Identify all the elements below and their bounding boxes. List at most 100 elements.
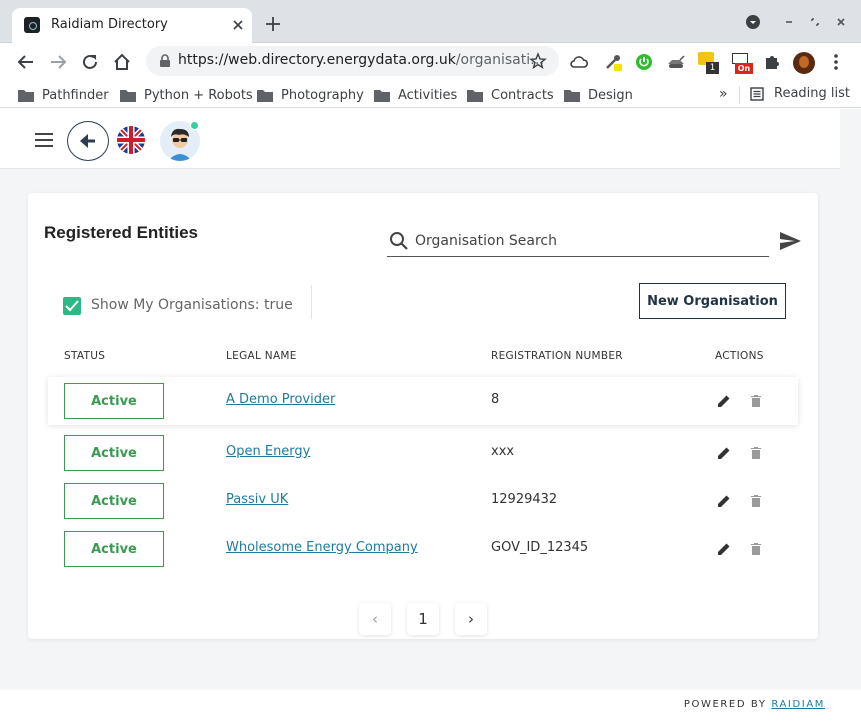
bookmark-python-robots[interactable]: Python + Robots [120, 86, 253, 104]
close-window-icon[interactable] [833, 14, 849, 30]
bookmarks-more-chevron[interactable]: » [719, 86, 728, 102]
table-row: Active Passiv UK 12929432 [48, 477, 798, 525]
edit-pencil-icon[interactable] [716, 445, 732, 461]
lock-icon[interactable] [158, 54, 172, 68]
column-header-actions: ACTIONS [715, 350, 764, 362]
column-header-registration-number: REGISTRATION NUMBER [491, 350, 623, 362]
registration-number: 8 [491, 392, 500, 407]
delete-trash-icon[interactable] [748, 493, 764, 509]
column-header-status: STATUS [64, 350, 106, 362]
cloud-extension-icon[interactable] [569, 52, 589, 72]
folder-icon [374, 89, 390, 102]
minimize-icon[interactable] [781, 14, 797, 30]
bookmark-pathfinder[interactable]: Pathfinder [18, 86, 109, 104]
new-organisation-button[interactable]: New Organisation [639, 283, 786, 319]
delete-trash-icon[interactable] [748, 541, 764, 557]
bookmark-label: Contracts [491, 87, 554, 103]
powered-by-text: POWERED BY RAIDIAM [684, 699, 825, 710]
legal-name-link[interactable]: A Demo Provider [226, 392, 335, 407]
back-button[interactable] [67, 121, 109, 161]
vertical-divider [311, 285, 312, 319]
bookmark-design[interactable]: Design [564, 86, 633, 104]
bookmarks-divider [739, 86, 740, 104]
legal-name-link[interactable]: Wholesome Energy Company [226, 540, 418, 555]
address-bar[interactable]: https://web.directory.energydata.org.uk/… [146, 46, 559, 76]
edit-pencil-icon[interactable] [716, 541, 732, 557]
back-arrow-icon [80, 134, 95, 148]
browser-tab[interactable]: Raidiam Directory [12, 8, 252, 43]
powered-by-label: POWERED BY [683, 699, 767, 710]
registration-number: GOV_ID_12345 [491, 540, 589, 555]
profile-avatar-icon[interactable] [793, 52, 815, 74]
online-status-dot [190, 121, 199, 130]
registered-entities-card: Registered Entities Show My Organisation… [28, 193, 818, 639]
uk-flag-icon[interactable] [117, 126, 145, 154]
bookmarks-bar: Pathfinder Python + Robots Photography A… [0, 80, 861, 108]
reading-list-label: Reading list [774, 86, 850, 101]
legal-name-link[interactable]: Open Energy [226, 444, 310, 459]
edit-pencil-icon[interactable] [716, 393, 732, 409]
edit-pencil-icon[interactable] [716, 493, 732, 509]
pagination-next-button[interactable]: › [455, 603, 487, 635]
table-row: Active Open Energy xxx [48, 429, 798, 477]
tab-search-icon[interactable] [745, 14, 761, 30]
new-tab-icon[interactable] [264, 15, 282, 33]
close-tab-icon[interactable] [230, 17, 246, 33]
bookmark-star-icon[interactable] [529, 52, 547, 70]
reload-icon[interactable] [80, 52, 100, 72]
pagination-page-1[interactable]: 1 [407, 603, 439, 635]
home-icon[interactable] [112, 52, 132, 72]
search-input[interactable] [415, 230, 755, 252]
bookmark-contracts[interactable]: Contracts [467, 86, 554, 104]
pagination-prev-button[interactable]: ‹ [359, 603, 391, 635]
show-my-orgs-label: Show My Organisations: true [91, 297, 293, 313]
browser-menu-icon[interactable] [826, 52, 846, 72]
organisation-search [387, 225, 769, 257]
folder-icon [564, 89, 580, 102]
page-viewport: Registered Entities Show My Organisation… [0, 109, 861, 721]
raidiam-favicon-icon [24, 17, 40, 33]
delete-trash-icon[interactable] [748, 393, 764, 409]
folder-icon [257, 89, 273, 102]
media-extension-icon[interactable]: On [731, 52, 753, 74]
page-title: Registered Entities [44, 223, 198, 242]
status-badge: Active [64, 531, 164, 567]
status-badge: Active [64, 383, 164, 419]
folder-icon [120, 89, 136, 102]
chat-extension-icon[interactable]: 1 [698, 52, 719, 74]
table-row: Active Wholesome Energy Company GOV_ID_1… [48, 525, 798, 573]
status-badge: Active [64, 483, 164, 519]
legal-name-link[interactable]: Passiv UK [226, 492, 288, 507]
folder-icon [18, 89, 34, 102]
back-arrow-icon[interactable] [16, 52, 36, 72]
bookmark-label: Photography [281, 87, 364, 103]
bookmark-photography[interactable]: Photography [257, 86, 364, 104]
registration-number: xxx [491, 444, 515, 459]
bookmark-label: Design [588, 87, 633, 103]
registration-number: 12929432 [491, 492, 558, 507]
show-my-orgs-checkbox[interactable] [63, 297, 81, 315]
forward-arrow-icon[interactable] [48, 52, 68, 72]
puzzle-extensions-icon[interactable] [762, 52, 782, 72]
reading-list-icon [750, 86, 764, 101]
delete-trash-icon[interactable] [748, 445, 764, 461]
reading-list-button[interactable]: Reading list [750, 86, 850, 101]
bookmark-label: Activities [398, 87, 458, 103]
hamburger-menu-icon[interactable] [35, 133, 53, 147]
tab-title: Raidiam Directory [51, 17, 168, 32]
search-icon [390, 232, 408, 250]
bookmark-label: Python + Robots [144, 87, 253, 103]
green-power-extension-icon[interactable] [634, 52, 654, 72]
tank-extension-icon[interactable] [666, 52, 686, 72]
table-row: Active A Demo Provider 8 [48, 377, 798, 425]
extension-badge-on: On [735, 63, 753, 74]
extension-badge-count: 1 [706, 62, 719, 74]
bookmark-activities[interactable]: Activities [374, 86, 457, 104]
footer: POWERED BY RAIDIAM [0, 690, 861, 721]
folder-icon [467, 89, 483, 102]
maximize-icon[interactable] [807, 14, 823, 30]
column-header-legal-name: LEGAL NAME [226, 350, 297, 362]
raidiam-link[interactable]: RAIDIAM [771, 699, 825, 710]
send-search-icon[interactable] [778, 229, 802, 253]
eyedropper-extension-icon[interactable] [603, 52, 623, 72]
